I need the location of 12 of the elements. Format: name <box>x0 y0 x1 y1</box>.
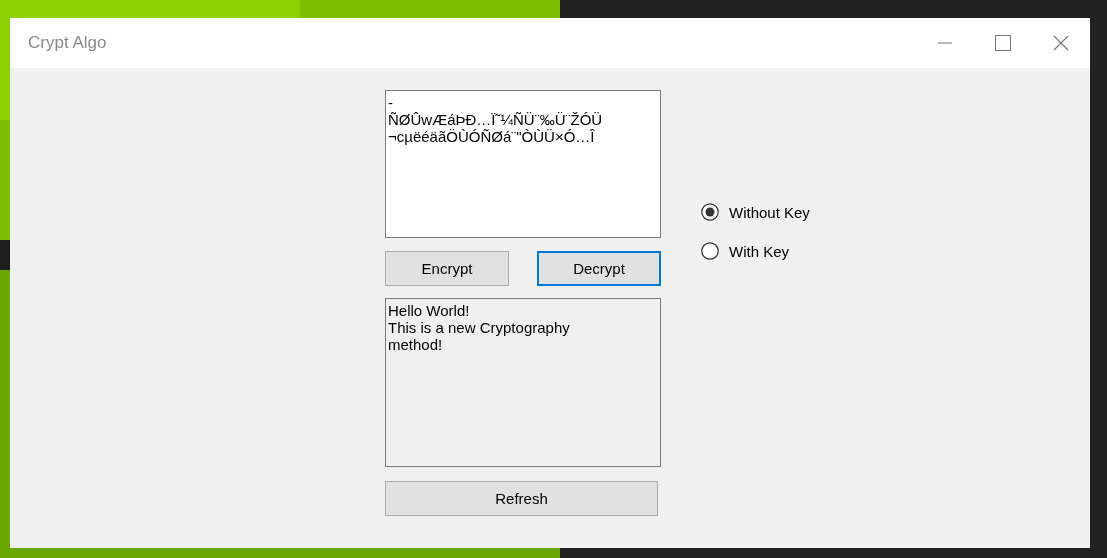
output-field[interactable]: Hello World! This is a new Cryptography method! <box>385 298 661 467</box>
radio-button[interactable] <box>701 242 719 260</box>
option-label[interactable]: With Key <box>729 242 789 260</box>
encrypt-button[interactable]: Encrypt <box>385 251 509 286</box>
input-field[interactable]: - ÑØÛwÆáÞÐ…Ï˜¼ÑÜ¨‰Ü¨ŽÓÜ ¬cµëéäãÖÙÓÑØá¨"ÒÙÜ×Ó…Î <box>385 90 661 238</box>
decrypt-button[interactable]: Decrypt <box>537 251 661 286</box>
maximize-icon[interactable] <box>995 35 1011 51</box>
window-title: Crypt Algo <box>28 33 108 53</box>
refresh-button[interactable]: Refresh <box>385 481 658 516</box>
close-icon[interactable] <box>1053 35 1069 51</box>
radio-button[interactable] <box>701 203 719 221</box>
option-label[interactable]: Without Key <box>729 203 810 221</box>
